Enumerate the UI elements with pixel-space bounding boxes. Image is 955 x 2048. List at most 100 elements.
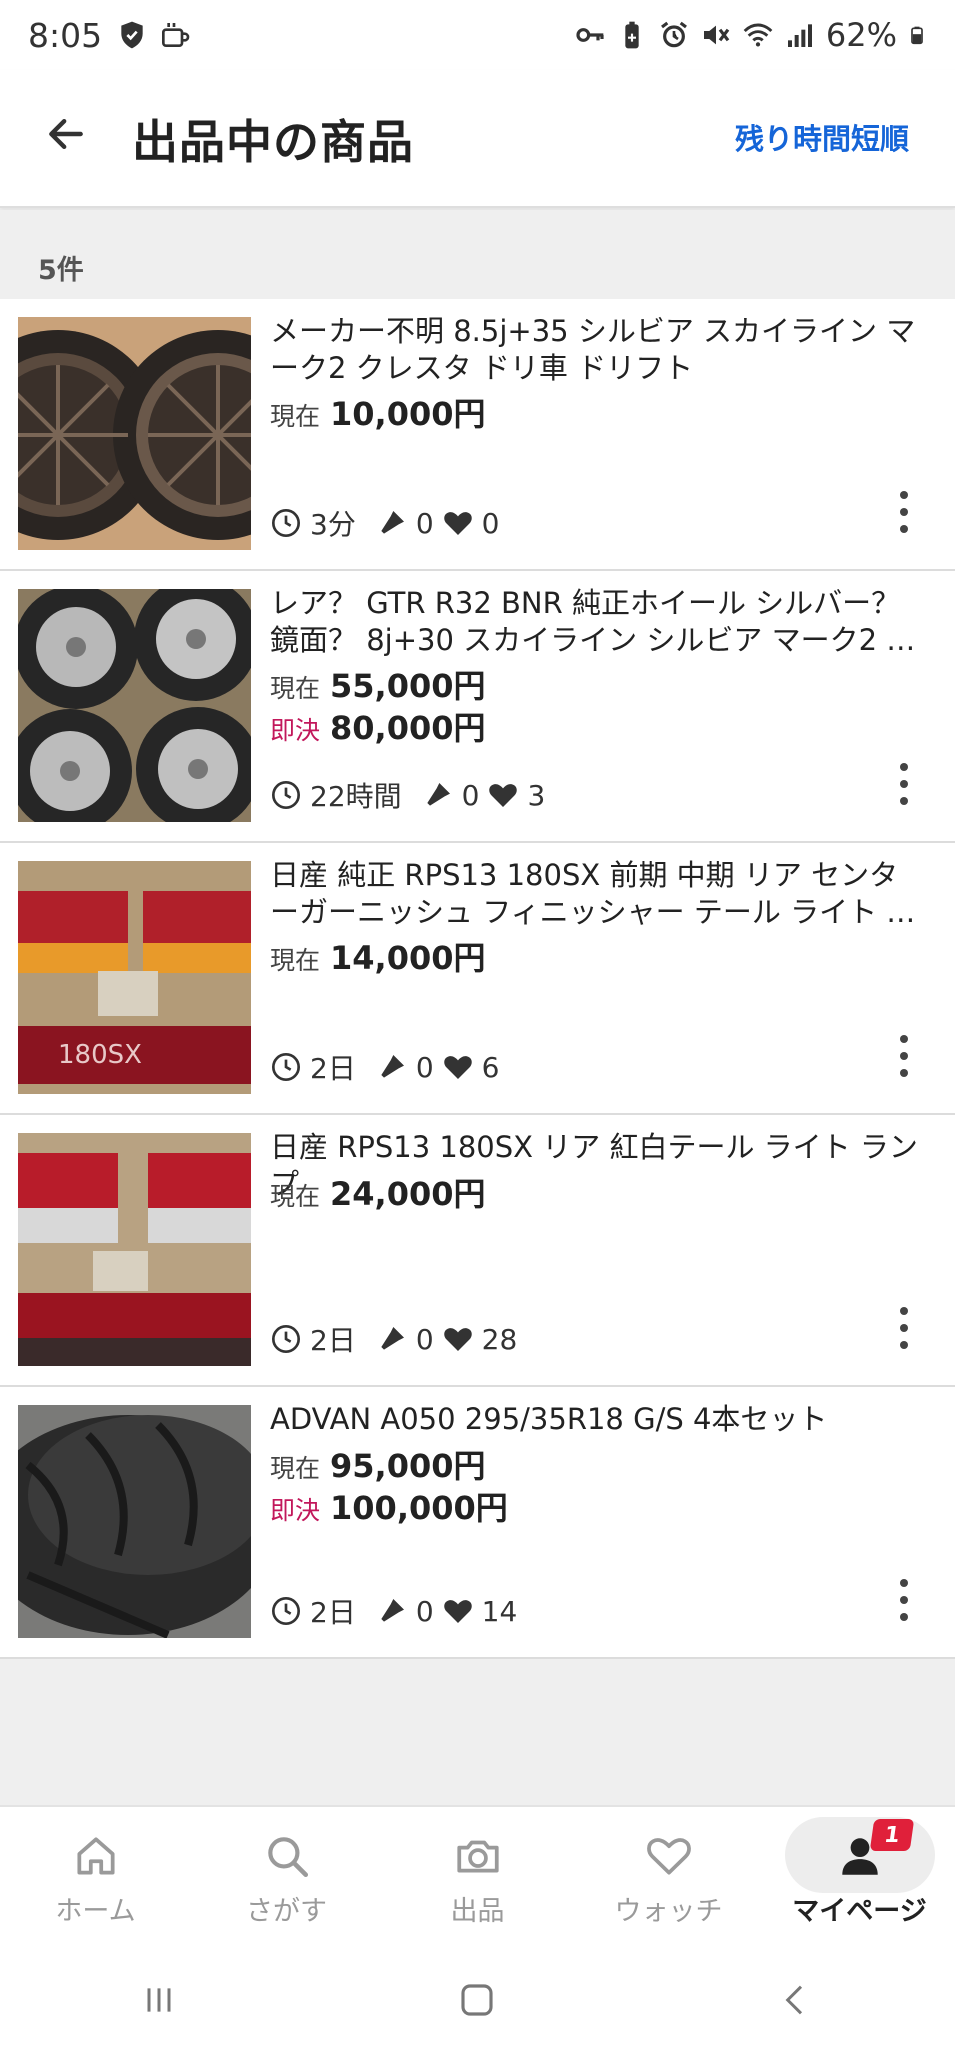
clock-icon bbox=[272, 1325, 300, 1353]
chevron-left-icon bbox=[785, 1985, 802, 2015]
app-bar: 出品中の商品 残り時間短順 bbox=[0, 70, 955, 208]
nav-sell-label: 出品 bbox=[450, 1896, 505, 1927]
watch-count: 14 bbox=[481, 1594, 518, 1628]
item-title[interactable]: メーカー不明 8.5j+35 シルビア スカイライン マーク2 クレスタ ドリ車… bbox=[270, 313, 920, 387]
item-thumbnail[interactable] bbox=[18, 317, 251, 550]
result-count: 5件 bbox=[38, 255, 84, 286]
back-button[interactable] bbox=[38, 106, 94, 162]
more-options-button[interactable] bbox=[889, 759, 919, 809]
search-icon bbox=[260, 1829, 314, 1883]
sort-button[interactable]: 残り時間短順 bbox=[735, 116, 909, 158]
listing-list: メーカー不明 8.5j+35 シルビア スカイライン マーク2 クレスタ ドリ車… bbox=[0, 299, 955, 1659]
bottom-navigation: ホーム さがす 出品 ウォッチ 1 マイページ bbox=[0, 1805, 955, 1945]
watch-count: 28 bbox=[481, 1322, 518, 1356]
bid-count: 0 bbox=[415, 1050, 434, 1084]
nav-watch[interactable]: ウォッチ bbox=[573, 1807, 764, 1945]
item-thumbnail[interactable] bbox=[18, 1133, 251, 1366]
watch-count: 0 bbox=[481, 506, 500, 540]
current-price-label: 現在 bbox=[270, 402, 321, 431]
status-time: 8:05 bbox=[28, 15, 103, 55]
current-price: 24,000円 bbox=[330, 1175, 486, 1213]
buy-now-price-row: 即決 80,000円 bbox=[270, 703, 486, 749]
heart-icon bbox=[489, 784, 518, 807]
current-price-row: 現在 14,000円 bbox=[270, 933, 486, 979]
nav-watch-label: ウォッチ bbox=[614, 1896, 723, 1927]
mute-icon bbox=[703, 25, 730, 45]
status-bar: 8:05 62% bbox=[0, 0, 955, 70]
item-title[interactable]: ADVAN A050 295/35R18 G/S 4本セット bbox=[270, 1401, 920, 1438]
recent-apps-icon bbox=[147, 1988, 171, 2012]
back-system-button[interactable] bbox=[766, 1975, 826, 2025]
bid-count: 0 bbox=[415, 1322, 434, 1356]
more-options-button[interactable] bbox=[889, 1575, 919, 1625]
item-meta: 3分 0 0 bbox=[270, 503, 499, 543]
wifi-icon bbox=[743, 23, 773, 47]
gavel-icon bbox=[381, 1327, 404, 1350]
item-meta: 2日 0 6 bbox=[270, 1047, 499, 1087]
clock-icon bbox=[272, 1597, 300, 1625]
current-price: 95,000円 bbox=[330, 1447, 486, 1485]
more-options-button[interactable] bbox=[889, 1031, 919, 1081]
time-left: 2日 bbox=[310, 1596, 356, 1629]
nav-home[interactable]: ホーム bbox=[0, 1807, 191, 1945]
battery-icon bbox=[911, 26, 923, 45]
battery-percent: 62% bbox=[825, 16, 897, 54]
more-options-button[interactable] bbox=[889, 1303, 919, 1353]
bid-count: 0 bbox=[415, 1594, 434, 1628]
buy-now-price-row: 即決 100,000円 bbox=[270, 1483, 508, 1529]
page-title: 出品中の商品 bbox=[132, 115, 414, 169]
nav-mypage-label: マイページ bbox=[792, 1896, 927, 1927]
app-notification-icon bbox=[162, 23, 190, 47]
nav-mypage[interactable]: 1 マイページ bbox=[764, 1807, 955, 1945]
item-title[interactable]: レア？ GTR R32 BNR 純正ホイール シルバー？鏡面？ 8j+30 スカ… bbox=[270, 585, 920, 659]
current-price-label: 現在 bbox=[270, 674, 321, 703]
more-options-button[interactable] bbox=[889, 487, 919, 537]
heart-icon bbox=[443, 1056, 472, 1079]
current-price: 55,000円 bbox=[330, 667, 486, 705]
clock-icon bbox=[272, 1053, 300, 1081]
list-item[interactable]: 180SX 日産 純正 RPS13 180SX 前期 中期 リア センターガーニ… bbox=[0, 843, 955, 1115]
time-left: 22時間 bbox=[310, 780, 402, 813]
item-thumbnail[interactable]: 180SX bbox=[18, 861, 251, 1094]
system-navigation-bar bbox=[0, 1945, 955, 2048]
list-item[interactable]: 日産 RPS13 180SX リア 紅白テール ライト ランプ 現在 24,00… bbox=[0, 1115, 955, 1387]
notification-badge: 1 bbox=[869, 1819, 915, 1851]
list-item[interactable]: メーカー不明 8.5j+35 シルビア スカイライン マーク2 クレスタ ドリ車… bbox=[0, 299, 955, 571]
current-price-row: 現在 24,000円 bbox=[270, 1169, 486, 1215]
list-item[interactable]: ADVAN A050 295/35R18 G/S 4本セット 現在 95,000… bbox=[0, 1387, 955, 1659]
svg-text:180SX: 180SX bbox=[58, 1040, 142, 1070]
bid-count: 0 bbox=[415, 506, 434, 540]
current-price-label: 現在 bbox=[270, 946, 321, 975]
current-price: 14,000円 bbox=[330, 939, 486, 977]
watch-count: 6 bbox=[481, 1050, 500, 1084]
heart-icon bbox=[642, 1829, 696, 1883]
current-price: 10,000円 bbox=[330, 395, 486, 433]
gavel-icon bbox=[381, 1055, 404, 1078]
current-price-label: 現在 bbox=[270, 1182, 321, 1211]
buy-now-label: 即決 bbox=[270, 1496, 321, 1525]
watch-count: 3 bbox=[527, 778, 546, 812]
list-item[interactable]: レア？ GTR R32 BNR 純正ホイール シルバー？鏡面？ 8j+30 スカ… bbox=[0, 571, 955, 843]
buy-now-price: 80,000円 bbox=[330, 709, 486, 747]
recent-apps-button[interactable] bbox=[129, 1975, 189, 2025]
nav-search[interactable]: さがす bbox=[191, 1807, 382, 1945]
battery-saver-icon bbox=[625, 21, 639, 49]
item-title[interactable]: 日産 純正 RPS13 180SX 前期 中期 リア センターガーニッシュ フィ… bbox=[270, 857, 920, 931]
item-thumbnail[interactable] bbox=[18, 1405, 251, 1638]
clock-icon bbox=[272, 781, 300, 809]
heart-icon bbox=[443, 1600, 472, 1623]
current-price-row: 現在 10,000円 bbox=[270, 389, 486, 435]
item-thumbnail[interactable] bbox=[18, 589, 251, 822]
current-price-row: 現在 95,000円 bbox=[270, 1441, 486, 1487]
nav-sell[interactable]: 出品 bbox=[382, 1807, 573, 1945]
item-meta: 2日 0 14 bbox=[270, 1591, 517, 1631]
bid-count: 0 bbox=[461, 778, 480, 812]
heart-icon bbox=[443, 1328, 472, 1351]
alarm-icon bbox=[660, 21, 687, 48]
buy-now-price: 100,000円 bbox=[330, 1489, 508, 1527]
item-meta: 22時間 0 3 bbox=[270, 775, 545, 815]
arrow-left-icon bbox=[49, 118, 83, 150]
home-system-button[interactable] bbox=[447, 1975, 507, 2025]
item-meta: 2日 0 28 bbox=[270, 1319, 517, 1359]
gavel-icon bbox=[381, 1599, 404, 1622]
